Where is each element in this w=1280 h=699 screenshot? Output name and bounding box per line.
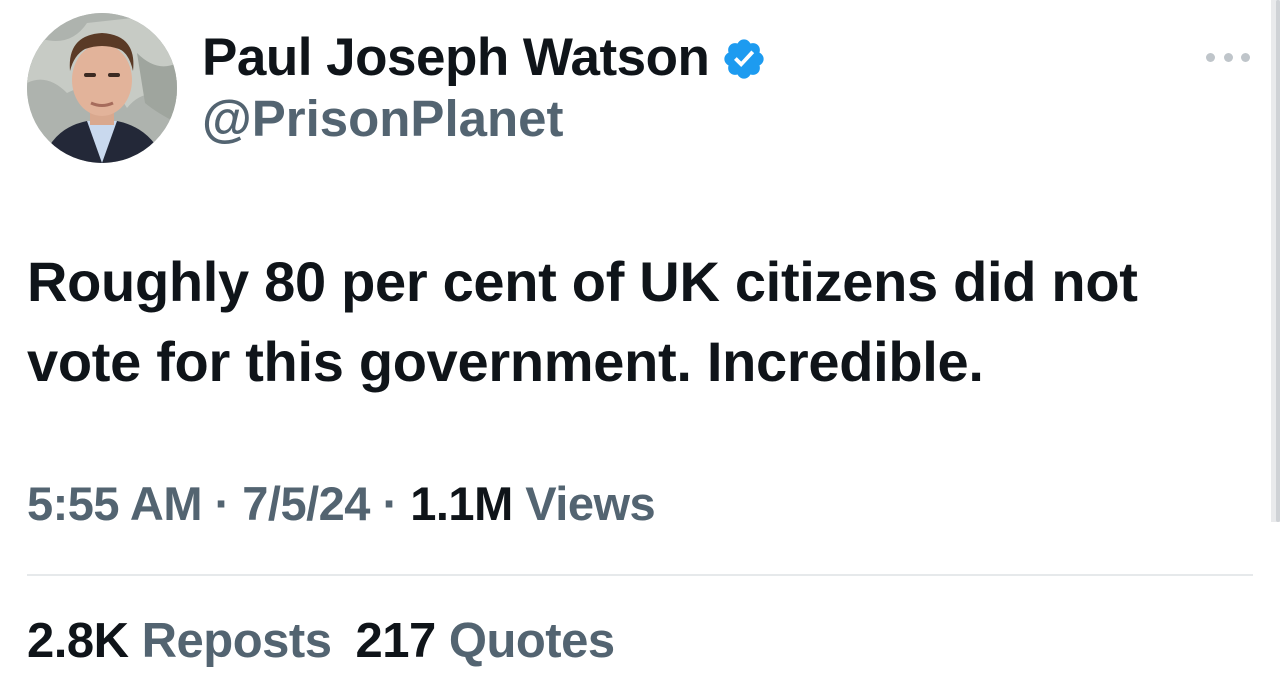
engagement-stats: 2.8K Reposts 217 Quotes: [27, 611, 615, 671]
tweet-meta: 5:55 AM · 7/5/24 · 1.1M Views: [27, 474, 656, 534]
tweet-card: Paul Joseph Watson @PrisonPlanet Roughly…: [0, 0, 1280, 699]
reposts-label: Reposts: [128, 614, 332, 668]
more-horizontal-icon[interactable]: [1206, 45, 1250, 69]
quotes-link[interactable]: 217 Quotes: [355, 614, 615, 668]
scrollbar[interactable]: [1271, 0, 1280, 522]
tweet-date[interactable]: 7/5/24: [242, 477, 370, 530]
meta-separator: ·: [369, 477, 411, 530]
more-dot: [1206, 52, 1215, 62]
meta-separator: ·: [201, 477, 243, 530]
more-dot: [1223, 52, 1233, 62]
quotes-label: Quotes: [435, 614, 615, 668]
more-dot: [1241, 52, 1250, 62]
tweet-time[interactable]: 5:55 AM: [27, 477, 202, 530]
reposts-link[interactable]: 2.8K Reposts: [27, 614, 332, 668]
display-name-text[interactable]: Paul Joseph Watson: [202, 28, 710, 88]
verified-badge-icon[interactable]: [721, 35, 767, 81]
avatar-photo: [27, 13, 177, 163]
divider: [27, 574, 1253, 576]
tweet-text: Roughly 80 per cent of UK citizens did n…: [27, 250, 1138, 393]
author-handle[interactable]: @PrisonPlanet: [202, 89, 563, 149]
author-display-name[interactable]: Paul Joseph Watson: [202, 28, 767, 88]
views-label: Views: [512, 477, 656, 530]
views-count: 1.1M: [410, 477, 513, 530]
reposts-count: 2.8K: [27, 614, 129, 668]
quotes-count: 217: [355, 614, 436, 668]
avatar[interactable]: [27, 13, 177, 163]
